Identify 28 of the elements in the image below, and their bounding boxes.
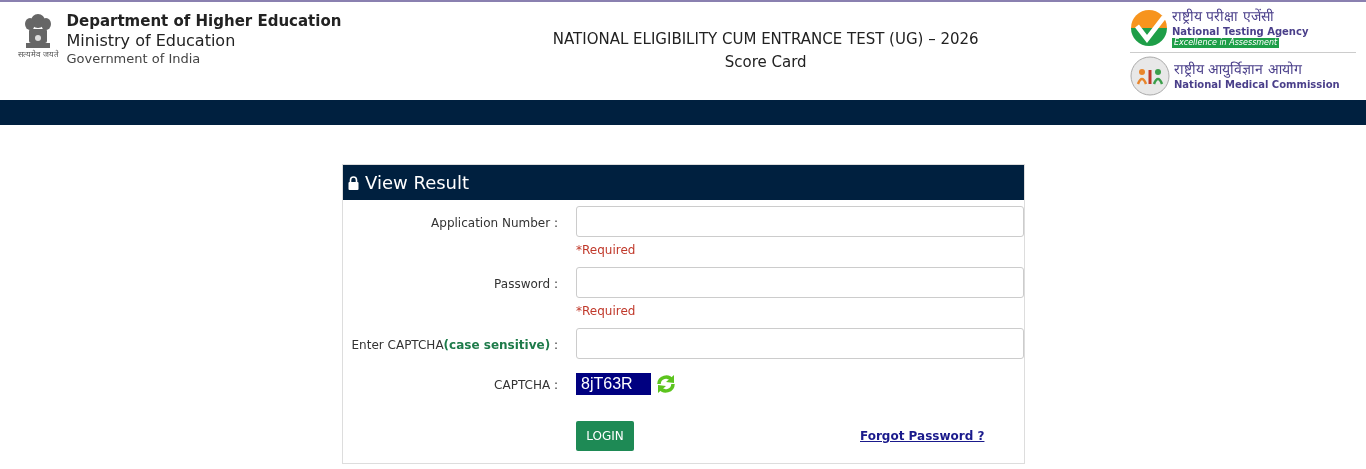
required-error: *Required: [576, 303, 637, 320]
government-name: Government of India: [66, 50, 202, 67]
agency-hindi-name: राष्ट्रीय परीक्षा एजेंसी: [1172, 8, 1275, 26]
captcha-image: 8jT63R: [576, 373, 651, 395]
required-error: *Required: [576, 242, 637, 259]
refresh-icon[interactable]: [655, 373, 677, 395]
department-name: Department of Higher Education: [66, 12, 342, 31]
ministry-name: Ministry of Education: [66, 30, 237, 51]
forgot-password-link[interactable]: Forgot Password ?: [860, 427, 985, 445]
page-title: NATIONAL ELIGIBILITY CUM ENTRANCE TEST (UG) – 2026: [552, 29, 979, 50]
tick-circle-icon: [1130, 9, 1168, 47]
emblem-motto: सत्यमेव जयते: [18, 51, 59, 59]
agency-tagline: Excellence in Assessment: [1172, 38, 1280, 48]
page-subtitle: Score Card: [724, 51, 807, 73]
field-label: Password :: [494, 277, 558, 291]
text-field[interactable]: [576, 267, 1024, 298]
commission-hindi-name: राष्ट्रीय आयुर्विज्ञान आयोग: [1174, 61, 1303, 79]
panel-title: View Result: [365, 171, 470, 195]
field-label: Application Number :: [431, 216, 558, 230]
login-button[interactable]: LOGIN: [576, 421, 634, 451]
text-field[interactable]: [576, 206, 1024, 237]
seal-icon: [1130, 56, 1170, 96]
field-label: Enter CAPTCHA(case sensitive) :: [351, 338, 558, 352]
lock-icon: [348, 175, 359, 190]
commission-name: National Medical Commission: [1174, 78, 1340, 91]
agency-name: National Testing Agency: [1172, 25, 1309, 38]
text-field[interactable]: [576, 328, 1024, 359]
field-label: CAPTCHA :: [494, 378, 558, 392]
